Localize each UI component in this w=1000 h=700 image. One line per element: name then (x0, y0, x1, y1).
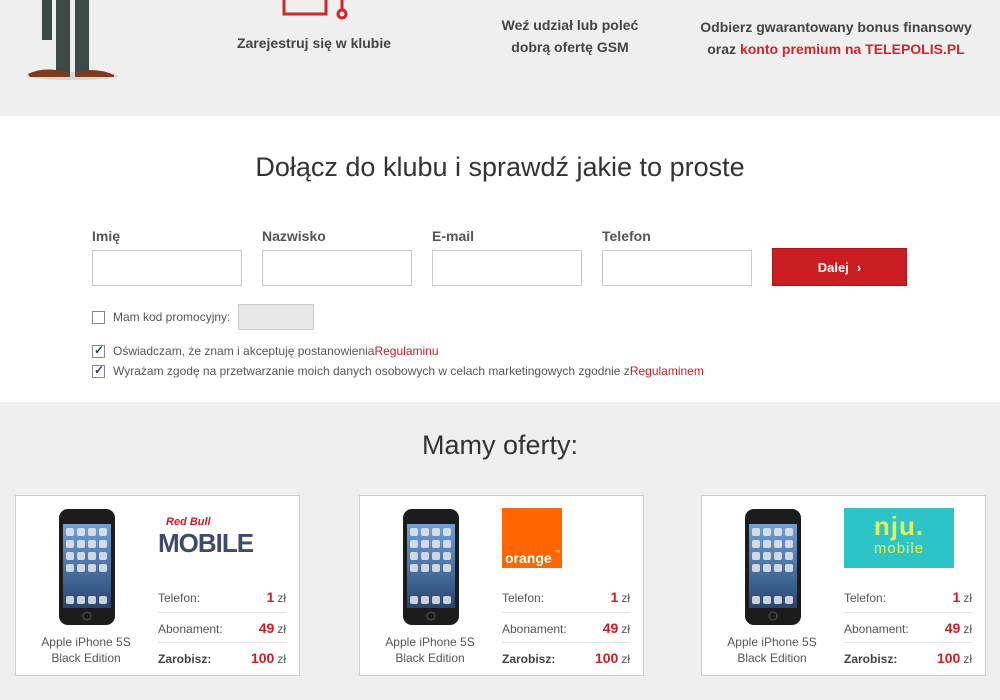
terms-link[interactable]: Regulaminu (374, 344, 438, 358)
offer-card-red-bull-mobile[interactable]: Apple iPhone 5S Black Edition Red Bull M… (15, 495, 300, 676)
price-row-subscription: Abonament: 49 zł (158, 612, 286, 642)
promo-code-label: Mam kod promocyjny: (113, 310, 231, 324)
chevron-right-icon: › (856, 259, 862, 275)
first-name-label: Imię (92, 228, 121, 244)
phone-label: Telefon (602, 228, 651, 244)
nju-mobile-logo: nju. mobile (844, 508, 960, 568)
offer-card-nju-mobile[interactable]: Apple iPhone 5S Black Edition nju. mobil… (701, 495, 986, 676)
last-name-label: Nazwisko (262, 228, 326, 244)
offer-card-orange[interactable]: Apple iPhone 5S Black Edition orange ™ T… (359, 495, 644, 676)
price-row-phone: Telefon: 1 zł (844, 589, 972, 605)
price-table: Telefon: 1 zł Abonament: 49 zł Zarobisz: 1… (158, 582, 286, 672)
offers-title: Mamy oferty: (421, 430, 579, 460)
step-register: Zarejestruj się w klubie (236, 35, 392, 51)
price-row-subscription: Abonament: 49 zł (844, 612, 972, 642)
price-row-phone: Telefon: 1 zł (158, 589, 286, 605)
phone-model-name: Apple iPhone 5S Black Edition (385, 635, 475, 665)
phone-input[interactable] (602, 250, 752, 286)
phone-model-name: Apple iPhone 5S Black Edition (41, 635, 131, 665)
email-input[interactable] (432, 250, 582, 286)
step-bonus: Odbierz gwarantowany bonus finansowy ora… (700, 19, 972, 57)
marketing-consent-row: Wyrażam zgodę na przetwarzanie moich dan… (92, 363, 704, 378)
offers-section: Mamy oferty: Apple iPhone 5S Black Editi… (0, 402, 1000, 700)
first-name-input[interactable] (92, 250, 242, 286)
next-button-label: Dalej (817, 259, 849, 275)
regulations-link[interactable]: Regulaminem (630, 364, 704, 378)
iphone-image (745, 509, 801, 625)
promo-code-input[interactable] (238, 304, 315, 330)
promo-code-row: Mam kod promocyjny: (92, 304, 315, 330)
marketing-consent-text: Wyrażam zgodę na przetwarzanie moich dan… (113, 364, 630, 378)
iphone-image (59, 509, 115, 625)
price-table: Telefon: 1 zł Abonament: 49 zł Zarobisz: 1… (844, 582, 972, 672)
price-row-subscription: Abonament: 49 zł (502, 612, 630, 642)
price-table: Telefon: 1 zł Abonament: 49 zł Zarobisz: 1… (502, 582, 630, 672)
red-bull-mobile-logo: Red Bull MOBILE (158, 516, 254, 558)
phone-model-name: Apple iPhone 5S Black Edition (727, 635, 817, 665)
form-title: Dołącz do klubu i sprawdź jakie to prost… (255, 152, 745, 182)
iphone-image (403, 509, 459, 625)
price-row-earnings: Zarobisz: 100 zł (844, 642, 972, 672)
orange-logo: orange ™ (502, 508, 618, 568)
terms-consent-row: Oświadczam, że znam i akceptuję postanow… (92, 343, 439, 358)
marketing-consent-checkbox[interactable] (92, 363, 105, 378)
businessman-illustration (26, 0, 118, 80)
step-participate: Weź udział lub poleć dobrą ofertę GSM (501, 17, 639, 55)
price-row-earnings: Zarobisz: 100 zł (158, 642, 286, 672)
how-it-works-strip: Zarejestruj się w klubie Weź udział lub … (0, 0, 1000, 116)
last-name-input[interactable] (262, 250, 412, 286)
promo-code-checkbox[interactable] (92, 310, 105, 324)
signup-form-section: Dołącz do klubu i sprawdź jakie to prost… (0, 116, 1000, 402)
register-icon (282, 0, 348, 20)
price-row-earnings: Zarobisz: 100 zł (502, 642, 630, 672)
premium-account-highlight: konto premium na TELEPOLIS.PL (739, 41, 965, 57)
price-row-phone: Telefon: 1 zł (502, 589, 630, 605)
terms-consent-checkbox[interactable] (92, 343, 105, 358)
next-button[interactable]: Dalej › (772, 248, 907, 286)
email-label: E-mail (432, 228, 475, 244)
terms-consent-text: Oświadczam, że znam i akceptuję postanow… (113, 344, 375, 358)
